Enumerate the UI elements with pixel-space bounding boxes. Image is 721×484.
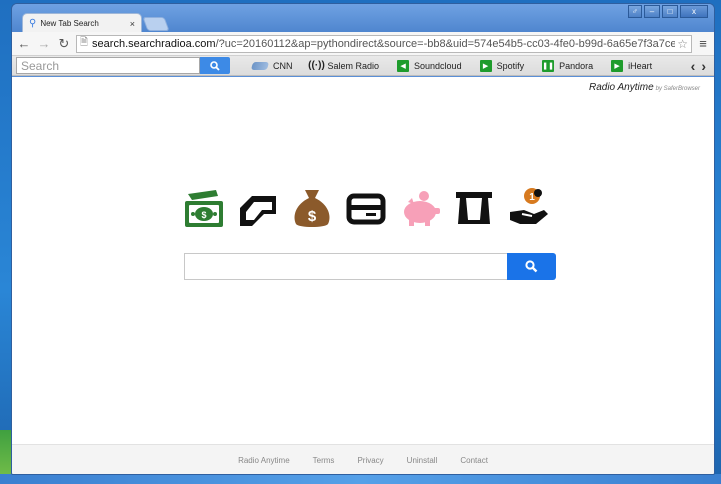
brand-logo[interactable]: Radio Anytime by SaferBrowser	[589, 82, 700, 93]
toolbar-search-input[interactable]: Search	[16, 57, 200, 74]
window-controls: ♂ – □ x	[628, 5, 708, 18]
new-tab-button[interactable]	[142, 17, 170, 31]
toolbar-search-button[interactable]	[200, 57, 230, 74]
menu-icon[interactable]: ≡	[696, 36, 710, 51]
close-window-button[interactable]: x	[680, 5, 708, 18]
page-footer: Radio Anytime Terms Privacy Uninstall Co…	[12, 444, 714, 474]
link-label: Spotify	[496, 60, 525, 71]
address-bar[interactable]: 🗎 search.searchradioa.com/?uc=20160112&a…	[76, 34, 692, 53]
wallet-icon	[235, 185, 280, 230]
chevron-right-icon[interactable]: ›	[701, 58, 706, 74]
tab-new-tab-search[interactable]: ⚲ New Tab Search ×	[22, 13, 142, 33]
search-icon	[210, 60, 220, 71]
main-search-button[interactable]	[507, 253, 556, 280]
link-cnn[interactable]: CNN	[250, 60, 293, 71]
link-pandora[interactable]: ❚❚ Pandora	[542, 59, 594, 72]
link-soundcloud[interactable]: ◀ Soundcloud	[397, 59, 462, 72]
footer-link-privacy[interactable]: Privacy	[357, 456, 383, 465]
main-search	[184, 253, 556, 280]
reload-icon[interactable]: ↻	[56, 36, 72, 52]
toolbar-scroll-arrows: ‹ ›	[691, 58, 710, 74]
minimize-button[interactable]: –	[644, 5, 660, 18]
spotify-icon: ▶	[479, 59, 492, 72]
star-icon[interactable]: ☆	[677, 37, 688, 51]
credit-card-icon	[343, 185, 388, 230]
link-label: CNN	[273, 60, 293, 71]
cash-icon: $	[181, 185, 226, 230]
browser-window: ⚲ New Tab Search × ♂ – □ x ← → ↻ 🗎 searc…	[11, 3, 715, 475]
iheart-icon: ▶	[611, 59, 624, 72]
url-path: /?uc=20160112&ap=pythondirect&source=-bb…	[215, 37, 676, 50]
forward-arrow-icon[interactable]: →	[36, 36, 52, 51]
soundcloud-icon: ◀	[397, 59, 410, 72]
desktop-wallpaper-bottom	[0, 474, 721, 484]
tab-title: New Tab Search	[40, 19, 99, 28]
main-search-input[interactable]	[184, 253, 507, 280]
brand-name: Radio Anytime	[588, 82, 654, 93]
link-label: Pandora	[559, 60, 594, 71]
browser-toolbar: ← → ↻ 🗎 search.searchradioa.com/?uc=2016…	[12, 32, 714, 56]
link-label: iHeart	[628, 60, 653, 71]
back-arrow-icon[interactable]: ←	[16, 36, 32, 51]
money-icons-row: $ $ 1	[181, 185, 550, 230]
search-icon	[525, 260, 538, 273]
toolbar-links: CNN ((·)) Salem Radio ◀ Soundcloud ▶ Spo…	[250, 59, 670, 72]
money-bag-icon: $	[289, 185, 334, 230]
title-bar: ⚲ New Tab Search × ♂ – □ x	[12, 4, 714, 33]
page-content: Radio Anytime by SaferBrowser $ $ 1	[12, 77, 714, 444]
atm-icon	[451, 185, 496, 230]
extension-toolbar: Search CNN ((·)) Salem Radio ◀ Soundclou…	[12, 56, 714, 76]
cnn-icon	[250, 61, 270, 70]
footer-link-terms[interactable]: Terms	[313, 456, 335, 465]
pandora-icon: ❚❚	[542, 59, 555, 72]
link-label: Soundcloud	[414, 60, 462, 71]
maximize-button[interactable]: □	[662, 5, 678, 18]
link-salem-radio[interactable]: ((·)) Salem Radio	[308, 60, 380, 71]
user-icon[interactable]: ♂	[628, 5, 642, 18]
chevron-left-icon[interactable]: ‹	[691, 58, 696, 74]
footer-link-uninstall[interactable]: Uninstall	[407, 456, 438, 465]
search-icon: ⚲	[29, 18, 37, 29]
piggy-bank-icon	[397, 185, 442, 230]
close-icon[interactable]: ×	[130, 19, 135, 29]
radio-tower-icon: ((·))	[308, 60, 325, 71]
footer-link-radio-anytime[interactable]: Radio Anytime	[238, 456, 290, 465]
svg-text:$: $	[201, 210, 206, 220]
footer-link-contact[interactable]: Contact	[460, 456, 488, 465]
page-icon: 🗎	[80, 37, 89, 48]
link-spotify[interactable]: ▶ Spotify	[479, 59, 525, 72]
link-iheart[interactable]: ▶ iHeart	[611, 59, 653, 72]
url-host: search.searchradioa.com	[92, 37, 216, 50]
svg-text:$: $	[307, 208, 316, 225]
url-text: search.searchradioa.com/?uc=20160112&ap=…	[92, 38, 675, 50]
brand-by: by SaferBrowser	[655, 86, 700, 92]
link-label: Salem Radio	[327, 60, 380, 71]
coin-hand-icon: 1	[505, 185, 550, 230]
